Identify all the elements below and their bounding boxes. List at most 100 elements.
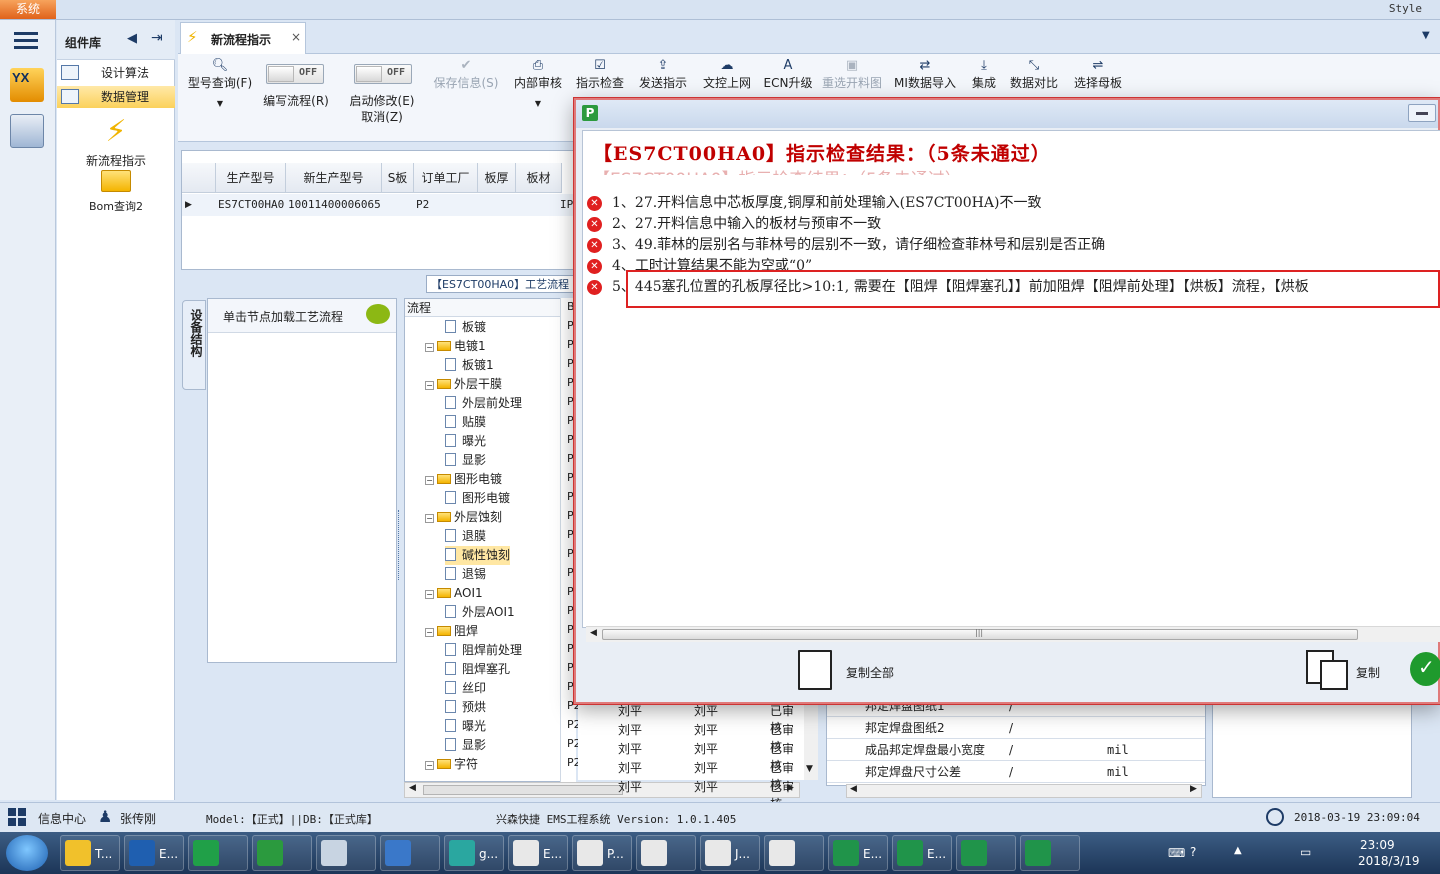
taskbar-button[interactable] (188, 835, 248, 871)
tree-group-node[interactable]: − 外层蚀刻 (425, 508, 502, 527)
property-row[interactable]: 邦定焊盘图纸2 / (827, 717, 1205, 739)
data-compare-button[interactable]: ⤡ 数据对比 (1006, 58, 1062, 91)
table-row[interactable]: 刘平刘平已审核 (578, 778, 804, 811)
calculator-icon[interactable] (10, 114, 44, 148)
tree-group-node[interactable]: − 外层干膜 (425, 375, 502, 394)
edit-flow-toggle[interactable]: OFF (266, 64, 324, 84)
taskbar-button[interactable] (1020, 835, 1080, 871)
library-item-design-algorithm[interactable]: 设计算法 (57, 62, 175, 84)
tray-network-icon[interactable]: ▭ (1300, 845, 1311, 859)
taskbar-button[interactable] (636, 835, 696, 871)
style-label[interactable]: Style (1389, 2, 1422, 15)
tree-group-node[interactable]: − 字符 (425, 755, 478, 774)
error-item[interactable]: ✕ 3、49.菲林的层别名与菲林号的层别不一致，请仔细检查菲林号和层别是否正确 (587, 235, 1105, 256)
clock-date[interactable]: 2018/3/19 (1358, 854, 1420, 868)
copy-button[interactable]: 复制 (1356, 664, 1380, 681)
tree-leaf-node[interactable]: 阻焊前处理 (445, 641, 522, 660)
tab-equipment-structure[interactable]: 设备结构 (182, 300, 206, 390)
tree-leaf-node[interactable]: 外层前处理 (445, 394, 522, 413)
collapse-toggle-icon[interactable]: − (425, 381, 434, 390)
tree-leaf-node[interactable]: 贴膜 (445, 413, 486, 432)
grid-header[interactable]: 板厚 (478, 163, 516, 193)
tree-leaf-node[interactable]: 预烘 (445, 698, 486, 717)
tree-group-node[interactable]: − 阻焊 (425, 622, 478, 641)
tree-leaf-node[interactable]: 板镀1 (445, 356, 494, 375)
system-menu-tab[interactable]: 系统 (0, 0, 56, 19)
save-info-button[interactable]: ✔ 保存信息(S) (430, 58, 502, 91)
instruction-check-button[interactable]: ☑ 指示检查 (574, 58, 626, 91)
tree-group-node[interactable]: − 电镀1 (425, 337, 486, 356)
menu-icon[interactable] (14, 32, 38, 35)
document-icon[interactable] (798, 650, 832, 690)
doc-online-button[interactable]: ☁ 文控上网 (700, 58, 754, 91)
tree-leaf-node[interactable]: 曝光 (445, 717, 486, 736)
error-item[interactable]: ✕ 2、27.开料信息中输入的板材与预审不一致 (587, 214, 881, 235)
splitter-handle[interactable] (398, 510, 403, 580)
collapse-toggle-icon[interactable]: − (425, 590, 434, 599)
taskbar-button[interactable] (252, 835, 312, 871)
property-row[interactable]: 成品邦定焊盘最小宽度 / mil (827, 739, 1205, 761)
table-row[interactable]: ▶ ES7CT00HA0 10011400006065 P2 IP (182, 194, 580, 216)
ecn-upgrade-button[interactable]: A ECN升级 (762, 58, 814, 91)
taskbar-button[interactable]: E... (124, 835, 184, 871)
horizontal-scrollbar[interactable]: ◀ ▶ (846, 784, 1202, 798)
table-row[interactable]: 刘平刘平已审核 (578, 721, 804, 754)
tree-leaf-node[interactable]: 板镀 (445, 318, 486, 337)
model-query-button[interactable]: 🔍︎ 型号查询(F) ▼ (184, 58, 256, 108)
table-row[interactable]: 刘平刘平已审核 (578, 740, 804, 773)
tree-group-node[interactable]: − 图形电镀 (425, 470, 502, 489)
taskbar-button[interactable]: J... (700, 835, 760, 871)
taskbar-button[interactable]: g... (444, 835, 504, 871)
grid-apps-icon[interactable] (8, 808, 28, 826)
tree-leaf-node[interactable]: 退膜 (445, 527, 486, 546)
collapse-toggle-icon[interactable]: − (425, 476, 434, 485)
dialog-horizontal-scrollbar[interactable]: ◀ ||| (586, 626, 1440, 642)
scroll-left-icon[interactable]: ◀ (409, 783, 416, 793)
grid-header[interactable]: 订单工厂 (414, 163, 478, 193)
new-flow-instruction-item[interactable]: ⚡ 新流程指示 (57, 112, 175, 169)
internal-review-button[interactable]: ⎙ 内部审核 ▼ (512, 58, 564, 108)
pin-icon[interactable]: ⇥ (151, 30, 163, 46)
integrate-button[interactable]: ⤓ 集成 (966, 58, 1002, 91)
tab-new-flow-instruction[interactable]: ⚡ 新流程指示 × (180, 22, 306, 54)
select-mother-button[interactable]: ⇌ 选择母板 (1070, 58, 1126, 91)
table-row[interactable]: 刘平刘平已审核 (578, 702, 804, 735)
property-row[interactable]: 邦定焊盘尺寸公差 / mil (827, 761, 1205, 783)
speech-bubble-icon[interactable] (366, 304, 390, 324)
scroll-left-icon[interactable]: ◀ (850, 784, 857, 794)
yx-logo-icon[interactable]: YX (10, 68, 44, 102)
library-item-data-management[interactable]: 数据管理 (57, 86, 175, 108)
dialog-titlebar[interactable]: P (576, 100, 1438, 128)
bom-query-item[interactable]: Bom查询2 (57, 170, 175, 214)
error-item[interactable]: ✕ 1、27.开料信息中芯板厚度,铜厚和前处理输入(ES7CT00HA)不一致 (587, 193, 1041, 214)
table-row[interactable]: 刘平刘平已审核 (578, 759, 804, 792)
scroll-right-icon[interactable]: ▶ (1190, 784, 1197, 794)
tree-leaf-node[interactable]: 阻焊塞孔 (445, 660, 510, 679)
collapse-toggle-icon[interactable]: − (425, 343, 434, 352)
scroll-down-icon[interactable]: ▼ (806, 764, 813, 774)
mi-import-button[interactable]: ⇄ MI数据导入 (892, 58, 958, 91)
cancel-button[interactable]: 取消(Z) (344, 108, 420, 125)
tab-list-dropdown-icon[interactable]: ▼ (1422, 30, 1430, 41)
clock-time[interactable]: 23:09 (1360, 838, 1395, 852)
tree-leaf-node[interactable]: 丝印 (445, 679, 486, 698)
tree-leaf-node[interactable]: 外层AOI1 (445, 603, 515, 622)
send-instruction-button[interactable]: ⇪ 发送指示 (636, 58, 690, 91)
tree-leaf-node[interactable]: 图形电镀 (445, 489, 510, 508)
taskbar-button[interactable]: E... (892, 835, 952, 871)
taskbar-button[interactable] (316, 835, 376, 871)
collapse-toggle-icon[interactable]: − (425, 761, 434, 770)
dialog-minimize-button[interactable] (1408, 104, 1436, 122)
scroll-left-icon[interactable]: ◀ (590, 628, 597, 638)
confirm-check-icon[interactable]: ✓ (1410, 652, 1440, 686)
tree-leaf-node[interactable]: 显影 (445, 451, 486, 470)
grid-header[interactable]: 生产型号 (216, 163, 286, 193)
taskbar-button[interactable] (956, 835, 1016, 871)
collapse-arrow-icon[interactable]: ◀ (127, 31, 137, 46)
tray-keyboard-icon[interactable]: ⌨ (1168, 846, 1185, 860)
collapse-toggle-icon[interactable]: − (425, 514, 434, 523)
collapse-toggle-icon[interactable]: − (425, 628, 434, 637)
grid-header[interactable]: 新生产型号 (286, 163, 382, 193)
taskbar-button[interactable]: E... (508, 835, 568, 871)
tree-leaf-node[interactable]: 显影 (445, 736, 486, 755)
